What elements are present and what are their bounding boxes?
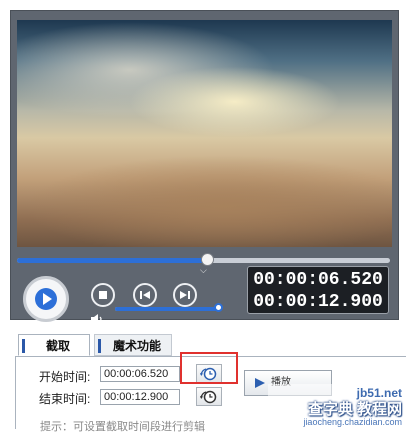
total-time: 00:00:12.900 [253, 292, 383, 312]
watermark: jb51.net 查字典 教程网 jiaocheng.chazidian.com [268, 384, 406, 428]
end-time-label: 结束时间: [39, 392, 91, 406]
start-time-label: 开始时间: [39, 370, 91, 384]
stop-icon [99, 291, 107, 299]
volume-fill [115, 307, 219, 311]
prev-frame-icon [140, 291, 150, 299]
end-time-input[interactable] [100, 389, 180, 405]
next-frame-button[interactable] [173, 283, 197, 307]
prev-frame-button[interactable] [133, 283, 157, 307]
video-player: ⌵ 00:00:06.520 00:00:12.900 [10, 10, 399, 324]
set-end-time-button[interactable] [196, 387, 222, 406]
progress-bar[interactable] [17, 253, 390, 266]
tab-magic-functions[interactable]: 魔术功能 [94, 334, 172, 356]
start-time-input[interactable] [100, 366, 180, 382]
watermark-brand: 查字典 教程网 [307, 401, 402, 418]
play-button[interactable] [23, 276, 69, 322]
current-time: 00:00:06.520 [253, 270, 383, 290]
speaker-icon[interactable] [90, 313, 106, 325]
stop-button[interactable] [91, 283, 115, 307]
time-display: 00:00:06.520 00:00:12.900 [247, 266, 389, 314]
tab-cut[interactable]: 截取 [18, 334, 90, 356]
watermark-url: jiaocheng.chazidian.com [303, 417, 402, 427]
play-icon [255, 378, 265, 388]
volume-thumb[interactable] [214, 303, 223, 312]
volume-slider[interactable] [115, 303, 223, 312]
hint-text: 提示：可设置截取时间段进行剪辑 [40, 421, 205, 433]
chevron-down-icon[interactable]: ⌵ [200, 266, 207, 275]
progress-fill [17, 258, 208, 263]
highlight-box [180, 352, 238, 384]
play-icon [35, 288, 57, 310]
next-frame-icon [180, 291, 190, 299]
video-frame[interactable] [17, 20, 392, 247]
clock-icon [200, 390, 217, 403]
